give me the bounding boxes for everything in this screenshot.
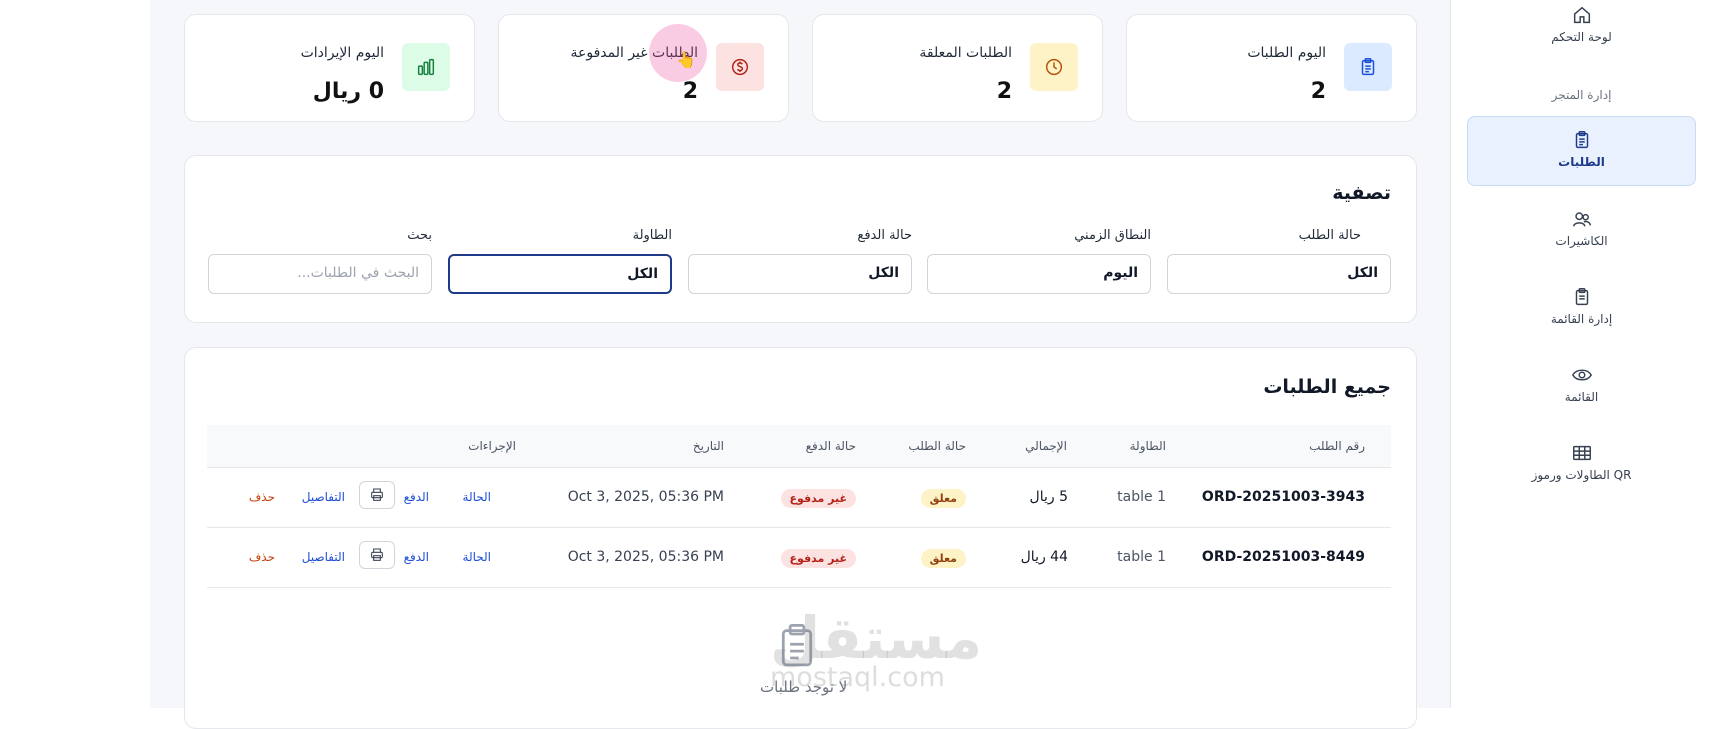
home-icon: [1571, 4, 1593, 26]
stat-value: 2: [682, 79, 698, 104]
order-no[interactable]: ORD-20251003-3943: [1202, 489, 1365, 505]
table-icon: [1571, 442, 1593, 464]
table-filter-select[interactable]: الكل: [448, 254, 672, 294]
payment-status-label: حالة الدفع: [857, 228, 912, 243]
sidebar-section-store: إدارة المتجر: [1551, 88, 1612, 102]
order-status-badge: معلق: [920, 549, 966, 568]
print-button[interactable]: [359, 541, 395, 569]
sidebar-item-cashiers[interactable]: الكاشيرات: [1467, 208, 1696, 258]
status-action-link[interactable]: الحالة: [463, 550, 491, 564]
stat-value: 2: [1310, 79, 1326, 104]
sidebar-item-label: إدارة القائمة: [1550, 312, 1613, 326]
order-table: table 1: [1117, 549, 1166, 565]
delete-action-link[interactable]: حذف: [249, 550, 275, 564]
stat-card-unpaid-orders: الطلبات غير المدفوعة 2: [498, 14, 789, 122]
printer-icon: [371, 488, 383, 501]
col-order-status: حالة الطلب: [908, 439, 966, 453]
search-label: بحث: [407, 228, 432, 243]
sidebar-item-dashboard[interactable]: لوحة التحكم: [1467, 4, 1696, 54]
col-order-no: رقم الطلب: [1309, 439, 1365, 453]
table-row: ORD-20251003-3943 table 1 5 ريال معلق غي…: [207, 468, 1391, 528]
stat-card-today-revenue: اليوم الإيرادات 0 ريال: [184, 14, 475, 122]
sidebar-item-tables-qr[interactable]: الطاولات ورموز QR: [1467, 442, 1696, 492]
sidebar-item-label: لوحة التحكم: [1551, 30, 1612, 44]
printer-icon: [371, 548, 383, 561]
sidebar-item-label: الطلبات: [1558, 155, 1605, 169]
col-table: الطاولة: [1129, 439, 1166, 453]
stat-label: اليوم الطلبات: [1247, 45, 1326, 61]
order-total: 5 ريال: [1029, 489, 1068, 505]
col-actions: الإجراءات: [468, 439, 516, 453]
sidebar-item-menu-management[interactable]: إدارة القائمة: [1467, 286, 1696, 336]
payment-action-link[interactable]: الدفع: [404, 490, 429, 504]
time-range-label: النطاق الزمني: [1074, 228, 1151, 243]
sidebar-item-menu[interactable]: القائمة: [1467, 364, 1696, 414]
clock-icon: [1030, 43, 1078, 91]
clipboard-list-icon: [1571, 286, 1593, 308]
table-row: ORD-20251003-8449 table 1 44 ريال معلق غ…: [207, 528, 1391, 588]
order-status-select[interactable]: الكل: [1167, 254, 1391, 294]
sidebar-item-label: القائمة: [1564, 390, 1599, 404]
order-status-badge: معلق: [920, 489, 966, 508]
watermark-url: mostaql.com: [770, 662, 945, 693]
order-date: Oct 3, 2025, 05:36 PM: [567, 489, 724, 505]
bar-chart-icon: [402, 43, 450, 91]
stat-value: 0 ريال: [312, 79, 384, 104]
time-range-select[interactable]: اليوم: [927, 254, 1151, 294]
sidebar: لوحة التحكم إدارة المتجر الطلبات الكاشير…: [1450, 0, 1713, 708]
mouse-pointer-icon: 👆: [676, 50, 696, 69]
order-no[interactable]: ORD-20251003-8449: [1202, 549, 1365, 565]
col-payment-status: حالة الدفع: [805, 439, 856, 453]
delete-action-link[interactable]: حذف: [249, 490, 275, 504]
payment-status-select[interactable]: الكل: [688, 254, 912, 294]
print-button[interactable]: [359, 481, 395, 509]
stat-card-today-orders: اليوم الطلبات 2: [1126, 14, 1417, 122]
status-action-link[interactable]: الحالة: [463, 490, 491, 504]
details-action-link[interactable]: التفاصيل: [302, 550, 345, 564]
col-total: الإجمالي: [1025, 439, 1067, 453]
order-date: Oct 3, 2025, 05:36 PM: [567, 549, 724, 565]
eye-icon: [1571, 364, 1593, 386]
users-icon: [1571, 208, 1593, 230]
stat-card-pending-orders: الطلبات المعلقة 2: [812, 14, 1103, 122]
dollar-icon: [716, 43, 764, 91]
order-status-label: حالة الطلب: [1298, 228, 1361, 243]
clipboard-icon: [1344, 43, 1392, 91]
table-filter-label: الطاولة: [632, 228, 672, 243]
payment-action-link[interactable]: الدفع: [404, 550, 429, 564]
sidebar-item-orders[interactable]: الطلبات: [1467, 116, 1696, 186]
search-input[interactable]: البحث في الطلبات...: [208, 254, 432, 294]
details-action-link[interactable]: التفاصيل: [302, 490, 345, 504]
sidebar-item-label: الطاولات ورموز QR: [1531, 468, 1632, 482]
table-header: رقم الطلب الطاولة الإجمالي حالة الطلب حا…: [207, 425, 1391, 468]
stat-value: 2: [996, 79, 1012, 104]
sidebar-item-label: الكاشيرات: [1555, 234, 1608, 248]
order-table: table 1: [1117, 489, 1166, 505]
stat-label: الطلبات المعلقة: [919, 45, 1012, 61]
clipboard-icon: [1571, 129, 1593, 151]
payment-status-badge: غير مدفوع: [780, 489, 856, 508]
filter-title: تصفية: [1332, 182, 1391, 204]
order-total: 44 ريال: [1020, 549, 1068, 565]
col-date: التاريخ: [692, 439, 724, 453]
orders-title: جميع الطلبات: [1263, 376, 1391, 398]
payment-status-badge: غير مدفوع: [780, 549, 856, 568]
stat-label: اليوم الإيرادات: [300, 45, 384, 61]
